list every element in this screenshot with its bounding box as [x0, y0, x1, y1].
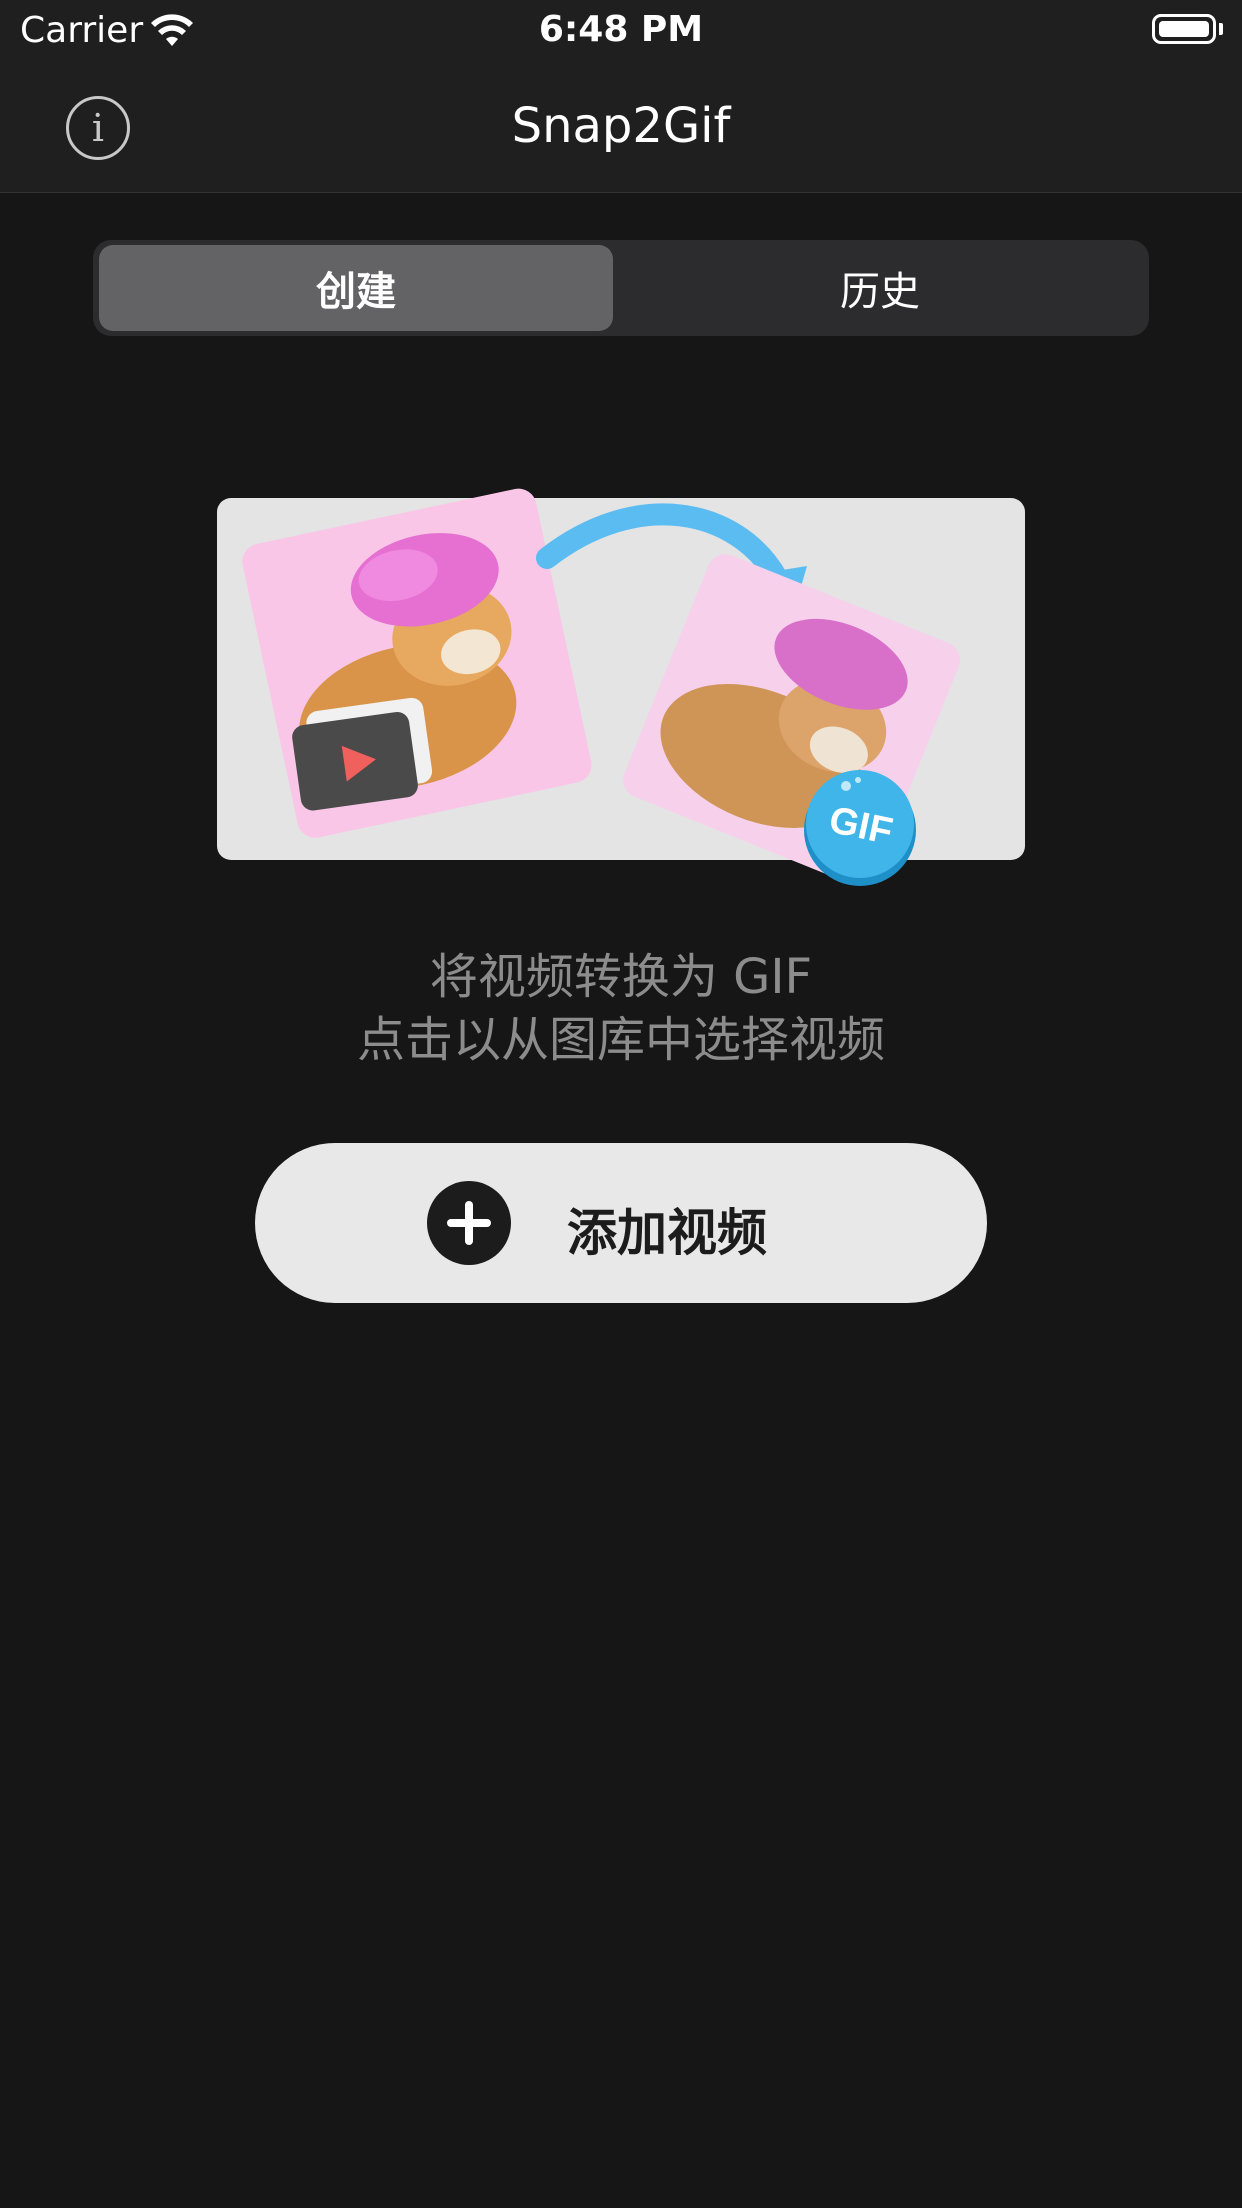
tab-create[interactable]: 创建	[99, 245, 613, 331]
battery-tip	[1219, 23, 1223, 35]
video-to-gif-illustration: GIF	[217, 488, 1025, 886]
page-title: Snap2Gif	[511, 98, 731, 154]
tab-history[interactable]: 历史	[623, 245, 1137, 331]
status-bar: Carrier 6:48 PM	[0, 0, 1242, 62]
navigation-bar: i Snap2Gif	[0, 62, 1242, 193]
segmented-control: 创建 历史	[93, 240, 1149, 336]
add-video-button[interactable]: 添加视频	[255, 1143, 987, 1303]
add-video-label: 添加视频	[567, 1204, 767, 1262]
battery-full-icon	[1152, 14, 1216, 44]
clock: 6:48 PM	[538, 9, 704, 50]
description-line-2: 点击以从图库中选择视频	[356, 1012, 885, 1068]
description-line-1: 将视频转换为 GIF	[429, 949, 813, 1005]
plus-icon	[427, 1181, 511, 1265]
gif-badge: GIF	[804, 770, 916, 886]
video-play-icon	[292, 697, 433, 811]
illustration-art: GIF	[242, 488, 961, 886]
